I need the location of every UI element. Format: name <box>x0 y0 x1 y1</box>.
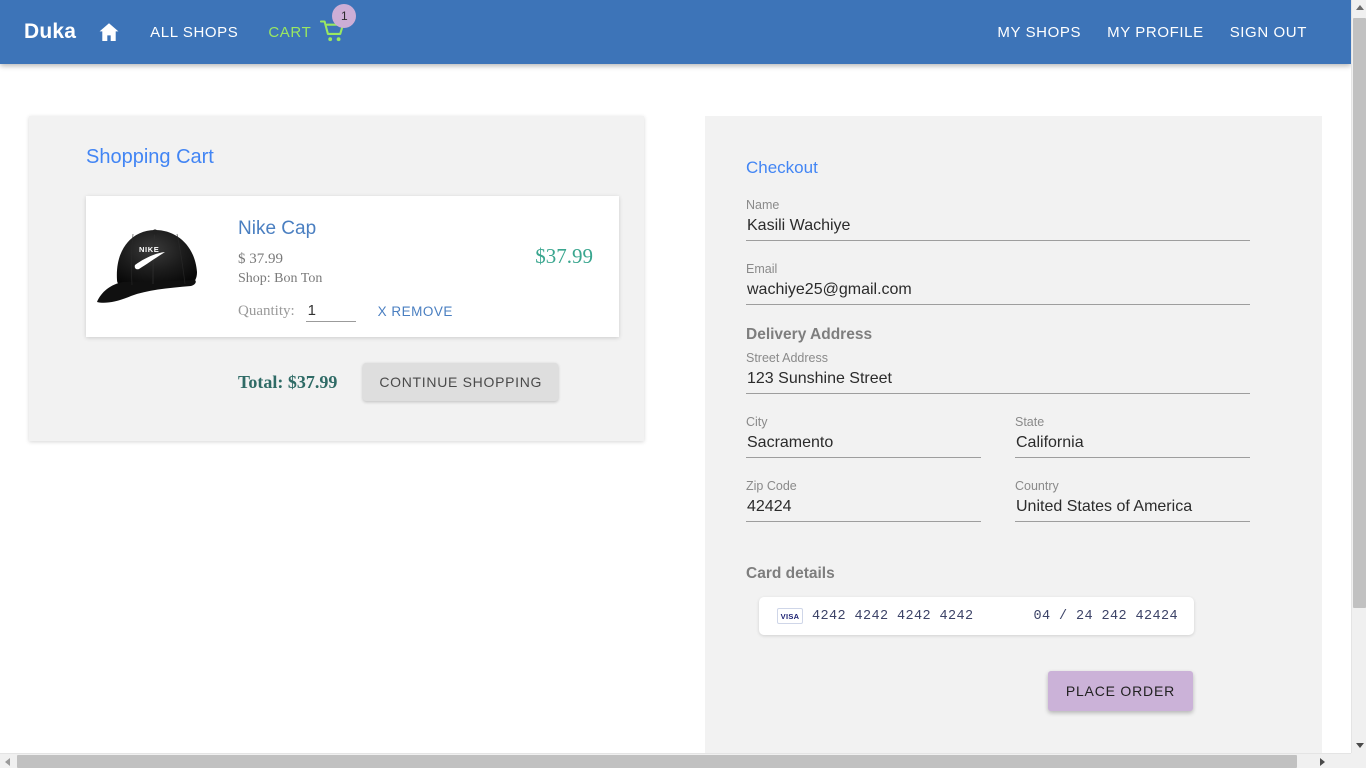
state-label: State <box>1015 415 1250 429</box>
nav-link-my-shops[interactable]: MY SHOPS <box>997 24 1081 41</box>
cart-footer: Total: $37.99 CONTINUE SHOPPING <box>86 363 604 401</box>
brand-logo[interactable]: Duka <box>24 20 76 44</box>
delivery-address-heading: Delivery Address <box>746 326 1250 344</box>
svg-text:NIKE: NIKE <box>139 245 159 254</box>
cart-item-row: NIKE Nike Cap $ 37.99 Shop: Bon Ton Quan… <box>86 196 619 337</box>
card-number-value[interactable]: 4242 4242 4242 4242 <box>812 609 974 624</box>
nike-cap-product-image[interactable]: NIKE <box>94 208 212 328</box>
visa-card-brand-icon: VISA <box>777 608 803 624</box>
checkout-field-name: Name <box>746 198 1250 241</box>
checkout-field-zip: Zip Code <box>746 479 981 522</box>
scroll-right-arrow-icon[interactable] <box>1315 754 1330 769</box>
state-input[interactable] <box>1015 434 1250 458</box>
quantity-label: Quantity: <box>238 303 295 320</box>
cart-count-badge: 1 <box>332 4 356 28</box>
name-input[interactable] <box>746 217 1250 241</box>
street-address-input[interactable] <box>746 370 1250 394</box>
cart-item-quantity-row: Quantity: X REMOVE <box>238 301 605 322</box>
checkout-row-zip-country: Zip Code Country <box>746 479 1250 543</box>
place-order-button[interactable]: PLACE ORDER <box>1048 671 1193 711</box>
cart-item-name[interactable]: Nike Cap <box>238 218 605 240</box>
shopping-cart-panel: Shopping Cart <box>29 116 644 441</box>
top-navigation-bar: Duka ALL SHOPS CART 1 MY SHOPS MY PROFIL… <box>0 0 1351 64</box>
remove-item-link[interactable]: X REMOVE <box>378 304 453 319</box>
scroll-down-arrow-icon[interactable] <box>1352 738 1366 753</box>
country-input[interactable] <box>1015 498 1250 522</box>
card-expiry-cvc-zip-value[interactable]: 04 / 24 242 42424 <box>1033 609 1178 624</box>
name-label: Name <box>746 198 1250 212</box>
vertical-scrollbar-thumb[interactable] <box>1353 18 1366 608</box>
vertical-scrollbar[interactable] <box>1351 0 1366 753</box>
quantity-input[interactable] <box>306 301 356 322</box>
checkout-field-country: Country <box>1015 479 1250 522</box>
email-input[interactable] <box>746 281 1250 305</box>
checkout-field-email: Email <box>746 262 1250 305</box>
shopping-cart-title: Shopping Cart <box>86 146 604 169</box>
checkout-field-street: Street Address <box>746 351 1250 394</box>
city-input[interactable] <box>746 434 981 458</box>
country-label: Country <box>1015 479 1250 493</box>
cart-item-line-total: $37.99 <box>535 244 593 269</box>
zip-code-input[interactable] <box>746 498 981 522</box>
main-content: Shopping Cart <box>0 64 1351 753</box>
navbar-left-group: Duka ALL SHOPS CART 1 <box>0 17 349 47</box>
card-details-input[interactable]: VISA 4242 4242 4242 4242 04 / 24 242 424… <box>759 597 1194 635</box>
place-order-row: PLACE ORDER <box>746 671 1250 711</box>
card-details-heading: Card details <box>746 565 1250 583</box>
scroll-up-arrow-icon[interactable] <box>1352 0 1366 15</box>
checkout-title: Checkout <box>746 158 1250 178</box>
checkout-panel: Checkout Name Email Delivery Address Str… <box>705 116 1322 753</box>
city-label: City <box>746 415 981 429</box>
email-label: Email <box>746 262 1250 276</box>
nav-link-cart[interactable]: CART <box>268 24 311 41</box>
browser-viewport: Duka ALL SHOPS CART 1 MY SHOPS MY PROFIL… <box>0 0 1351 753</box>
nav-link-my-profile[interactable]: MY PROFILE <box>1107 24 1204 41</box>
navbar-right-group: MY SHOPS MY PROFILE SIGN OUT <box>971 24 1351 41</box>
scrollbar-corner <box>1351 753 1366 768</box>
cart-total-label: Total: $37.99 <box>238 372 337 393</box>
zip-code-label: Zip Code <box>746 479 981 493</box>
continue-shopping-button[interactable]: CONTINUE SHOPPING <box>363 363 558 401</box>
shopping-cart-icon[interactable]: 1 <box>319 17 349 47</box>
checkout-row-city-state: City State <box>746 415 1250 479</box>
horizontal-scrollbar[interactable] <box>0 753 1366 768</box>
home-icon[interactable] <box>96 19 122 45</box>
nav-link-all-shops[interactable]: ALL SHOPS <box>150 24 238 41</box>
nav-link-sign-out[interactable]: SIGN OUT <box>1230 24 1307 41</box>
horizontal-scrollbar-thumb[interactable] <box>17 755 1297 768</box>
scroll-left-arrow-icon[interactable] <box>0 754 15 769</box>
street-address-label: Street Address <box>746 351 1250 365</box>
checkout-field-state: State <box>1015 415 1250 458</box>
checkout-field-city: City <box>746 415 981 458</box>
cart-item-shop: Shop: Bon Ton <box>238 271 605 287</box>
